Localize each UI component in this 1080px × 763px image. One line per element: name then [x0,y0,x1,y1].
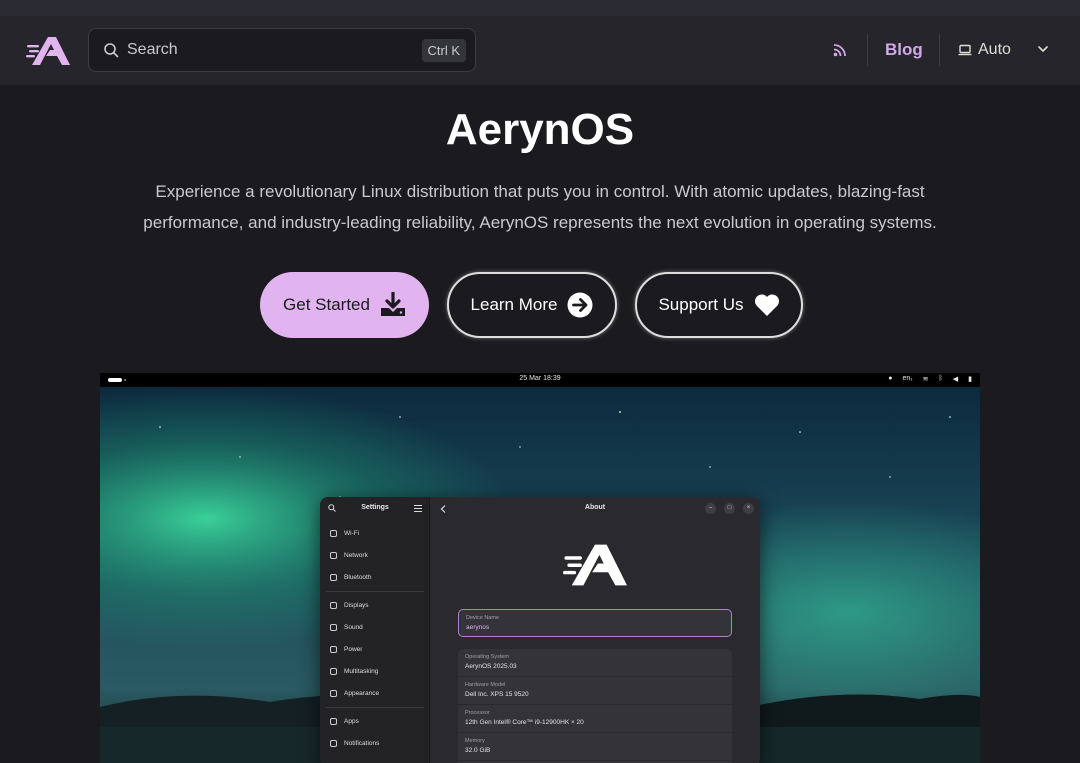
maximize-icon: □ [724,503,735,514]
tray-app-icon: ● [888,375,893,382]
sidebar-item-apps: Apps [330,715,359,727]
browser-top-strip [0,0,1080,16]
sidebar-item-displays: Displays [330,599,369,611]
sidebar-item-wifi: Wi-Fi [330,527,359,539]
sidebar-item-multitasking: Multitasking [330,665,378,677]
info-row: Hardware Model Dell Inc. XPS 15 9520 [458,677,732,705]
hero-description: Experience a revolutionary Linux distrib… [143,182,937,232]
info-row: Memory 32.0 GiB [458,733,732,761]
clock: 25 Mar 18:39 [519,375,561,382]
sidebar-item-network: Network [330,549,368,561]
network-icon [330,551,337,559]
device-name-value: aerynos [466,624,490,631]
settings-sidebar-header: Settings [320,497,430,519]
sidebar-item-sound: Sound [330,621,363,633]
close-icon: × [743,503,754,514]
volume-icon: ◀ [952,376,959,383]
apps-icon [330,717,337,725]
sidebar-item-power: Power [330,643,362,655]
bluetooth-icon: ᛒ [938,375,943,382]
settings-sidebar: Settings Wi-Fi Network Bluetooth Display… [320,497,430,763]
logo-icon[interactable] [26,35,70,67]
search-box[interactable]: Search Ctrl K [88,28,476,72]
wifi-icon: ≋ [922,376,929,383]
laptop-icon [958,44,972,56]
settings-window: Settings Wi-Fi Network Bluetooth Display… [320,497,760,763]
sidebar-item-notifications: Notifications [330,737,379,749]
heart-icon [754,294,779,316]
menu-icon [414,505,422,512]
get-started-button[interactable]: Get Started [260,272,429,338]
system-tray: ● en₁ ≋ ᛒ ◀ ▮ [888,375,972,383]
bluetooth-icon [330,573,337,581]
aerynos-logo-icon [563,544,627,586]
nav-divider [939,34,940,66]
device-name-field: Device Name aerynos [458,609,732,637]
hero-title: AerynOS [445,105,635,154]
support-us-button[interactable]: Support Us [635,272,803,338]
search-placeholder: Search [127,41,178,58]
sidebar-divider [326,591,424,592]
get-started-label: Get Started [283,295,370,314]
nav-divider [867,34,868,66]
chevron-down-icon[interactable] [1037,43,1049,55]
battery-icon: ▮ [968,376,972,383]
search-icon [104,43,119,58]
sidebar-item-bluetooth: Bluetooth [330,571,371,583]
sidebar-divider [326,707,424,708]
support-us-label: Support Us [658,295,744,314]
system-info-list: Operating System AerynOS 2025.03 Hardwar… [458,649,732,763]
bell-icon [330,739,337,747]
appearance-icon [330,689,337,697]
download-icon [380,292,405,316]
info-row: Processor 12th Gen Intel® Core™ i9-12900… [458,705,732,733]
about-panel: About – □ × Device Name aerynos Operatin… [430,497,760,763]
keyboard-layout: en₁ [902,375,913,382]
desktop-top-bar: 25 Mar 18:39 ● en₁ ≋ ᛒ ◀ ▮ [100,373,980,387]
minimize-icon: – [705,503,716,514]
power-icon [330,645,337,653]
device-name-label: Device Name [466,615,500,621]
wifi-icon [330,529,337,537]
display-icon [330,601,337,609]
learn-more-button[interactable]: Learn More [447,272,617,338]
multitasking-icon [330,667,337,675]
theme-label: Auto [978,41,1011,58]
blog-link[interactable]: Blog [885,40,923,60]
sidebar-item-appearance: Appearance [330,687,379,699]
theme-switcher[interactable]: Auto [958,40,1011,60]
rss-icon[interactable] [833,43,847,57]
search-shortcut-badge: Ctrl K [421,39,466,62]
info-row: Operating System AerynOS 2025.03 [458,649,732,677]
arrow-right-circle-icon [567,292,593,318]
navbar: Search Ctrl K Blog Auto [0,16,1080,85]
desktop-screenshot: 25 Mar 18:39 ● en₁ ≋ ᛒ ◀ ▮ Settings Wi-F… [100,373,980,763]
learn-more-label: Learn More [470,295,558,314]
sound-icon [330,623,337,631]
